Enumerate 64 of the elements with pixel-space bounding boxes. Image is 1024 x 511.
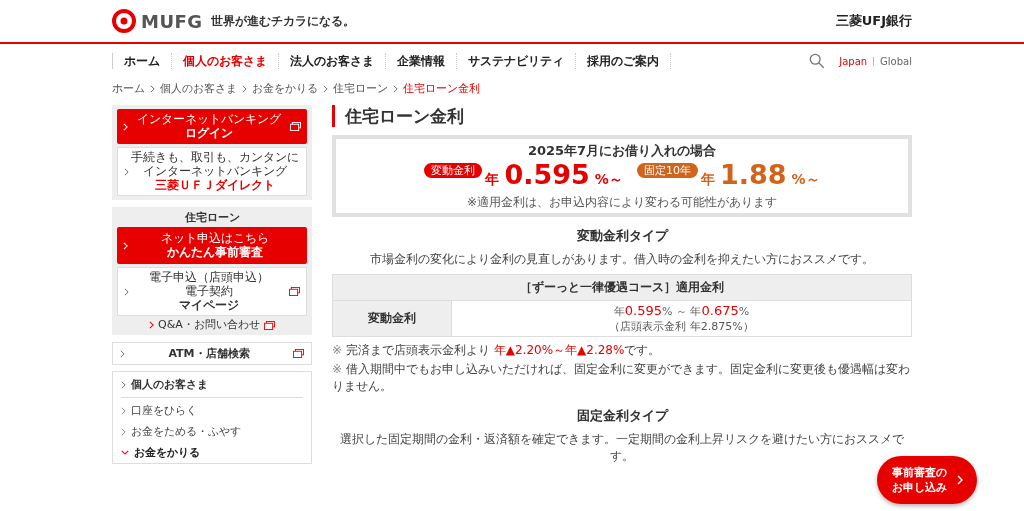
logo-mark-icon (112, 9, 136, 33)
nav-tab[interactable]: 法人のお客さま (278, 53, 385, 69)
language-link[interactable]: Japan (839, 55, 868, 67)
new-window-icon (293, 349, 304, 358)
footnote: ※ 借入期間中でもお申し込みいただければ、固定金利に変更ができます。固定金利に変更後も優遇幅は変わりません。 (332, 361, 911, 395)
chevron-icon (121, 380, 126, 389)
rate-note: ※適用金利は、お申込内容により変わる可能性があります (466, 194, 778, 211)
chevron-icon (123, 241, 128, 250)
direct-banking-button[interactable]: 手続きも、取引も、カンタンに インターネットバンキング 三菱ＵＦＪダイレクト (117, 147, 307, 196)
bank-name: 三菱UFJ銀行 (835, 12, 912, 30)
breadcrumb-link[interactable]: お金をかりる (252, 81, 318, 96)
rate-badge: 固定10年 (636, 163, 698, 178)
rate-badge: 変動金利 (424, 163, 483, 178)
my-page-button[interactable]: 電子申込（店頭申込） 電子契約 マイページ (117, 267, 307, 316)
apply-button[interactable]: 事前審査の お申し込み (877, 456, 977, 504)
breadcrumb-link[interactable]: 住宅ローン金利 (403, 81, 480, 96)
chevron-icon (956, 475, 963, 485)
pre-screening-button[interactable]: ネット申込はこちら かんたん事前審査 (117, 227, 307, 264)
logo-text[interactable]: MUFG (141, 10, 203, 32)
panel-heading: 住宅ローン (183, 211, 241, 224)
rate-value: 年 0.595 %～ (485, 160, 623, 192)
qa-link[interactable]: Q&A・お問い合わせ (158, 319, 260, 331)
nav-tab[interactable]: 個人のお客さま (171, 53, 278, 69)
table-header: ［ずーっと一律優遇コース］適用金利 (332, 274, 912, 301)
nav-tab[interactable]: 採用のご案内 (575, 53, 671, 69)
chevron-icon (323, 84, 328, 93)
chevron-icon (121, 406, 126, 415)
row-label: 変動金利 (332, 300, 452, 337)
menu-item[interactable]: 口座をひらく (131, 403, 197, 418)
breadcrumb-link[interactable]: 個人のお客さま (160, 81, 237, 96)
footnote: ※ 完済まで店頭表示金利より 年▲2.20%～年▲2.28%です。 (332, 342, 662, 359)
rate-value: 年 1.88 %～ (700, 160, 820, 192)
nav-tab[interactable]: サステナビリティ (456, 53, 575, 69)
chevron-icon (150, 84, 155, 93)
chevron-icon (149, 321, 155, 329)
menu-item[interactable]: お金をかりる (134, 445, 200, 460)
chevron-icon (123, 122, 128, 131)
nav-tab[interactable]: 企業情報 (385, 53, 456, 69)
chevron-icon (124, 287, 129, 296)
chevron-down-icon (121, 450, 129, 455)
chevron-icon (121, 427, 126, 436)
language-link[interactable]: Global (880, 55, 912, 67)
chevron-icon (242, 84, 247, 93)
menu-heading[interactable]: 個人のお客さま (131, 377, 208, 392)
tagline: 世界が進むチカラになる。 (210, 12, 355, 30)
section-heading: 固定金利タイプ (575, 407, 670, 425)
search-icon[interactable] (809, 53, 826, 69)
menu-item[interactable]: お金をためる・ふやす (131, 424, 241, 439)
login-button[interactable]: インターネットバンキング ログイン (117, 109, 307, 144)
chevron-icon (393, 84, 398, 93)
new-window-icon (263, 320, 275, 330)
new-window-icon (290, 122, 301, 131)
atm-search-button[interactable]: ATM・店舗検索 (112, 342, 312, 365)
page-title: 住宅ローン金利 (332, 105, 912, 127)
section-heading: 変動金利タイプ (575, 227, 670, 245)
rate-cell: 年0.595% ～ 年0.675% （店頭表示金利 年2.875%） (451, 300, 912, 337)
chevron-icon (124, 167, 129, 176)
section-description: 市場金利の変化により金利の見直しがあります。借入時の金利を抑えたい方におススメです。 (369, 251, 875, 268)
chevron-icon (120, 349, 125, 358)
nav-tab[interactable]: ホーム (112, 53, 171, 69)
breadcrumb-link[interactable]: 住宅ローン (333, 81, 388, 96)
new-window-icon (289, 287, 300, 296)
rate-heading: 2025年7月にお借り入れの場合 (527, 142, 717, 160)
breadcrumb-link[interactable]: ホーム (112, 81, 145, 96)
